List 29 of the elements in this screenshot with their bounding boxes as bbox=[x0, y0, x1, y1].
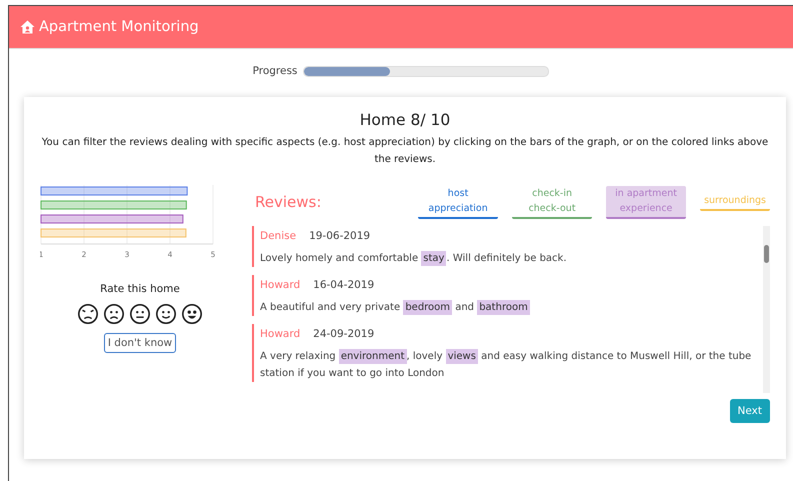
filter-link[interactable]: host appreciation bbox=[418, 186, 498, 218]
scrollbar[interactable] bbox=[763, 226, 770, 393]
smile-face-icon[interactable] bbox=[155, 303, 177, 325]
review-author: Howard bbox=[260, 328, 300, 340]
chart-bar[interactable] bbox=[40, 214, 184, 224]
review-date: 24-09-2019 bbox=[313, 328, 374, 340]
happy-face-icon[interactable] bbox=[181, 303, 203, 325]
progress-label: Progress bbox=[252, 65, 298, 77]
reviews-title: Reviews: bbox=[255, 193, 322, 211]
filter-link[interactable]: in apartment experience bbox=[606, 186, 686, 218]
home-title: Home 8/ 10 bbox=[358, 111, 452, 129]
dont-know-button[interactable]: I don't know bbox=[104, 333, 176, 353]
rate-label: Rate this home bbox=[100, 283, 180, 295]
angry-face-icon[interactable] bbox=[77, 303, 99, 325]
next-button[interactable]: Next bbox=[730, 399, 770, 423]
home-icon bbox=[20, 20, 35, 34]
filter-link[interactable]: surroundings bbox=[700, 193, 770, 211]
review-date: 19-06-2019 bbox=[309, 230, 370, 242]
review-text: A very relaxing environment , lovely views and easy walking distance to Muswell Hill, or the tube station if you want to go into London bbox=[260, 348, 752, 381]
app-title: Apartment Monitoring bbox=[39, 19, 199, 35]
review-text: Lovely homely and comfortable stay . Will definitely be back. bbox=[260, 250, 568, 267]
filter-link[interactable]: check-in check-out bbox=[512, 186, 592, 218]
review-text: A beautiful and very private bedroom and bathroom bbox=[260, 299, 531, 316]
review-date: 16-04-2019 bbox=[313, 279, 374, 291]
review-author: Denise bbox=[260, 230, 296, 242]
sad-face-icon[interactable] bbox=[103, 303, 125, 325]
neutral-face-icon[interactable] bbox=[129, 303, 151, 325]
review-author: Howard bbox=[260, 279, 300, 291]
instructions-text: You can filter the reviews dealing with specific aspects (e.g. host appreciation) by clicking on the bars of the graph, or on the colored links above the reviews. bbox=[40, 136, 770, 167]
